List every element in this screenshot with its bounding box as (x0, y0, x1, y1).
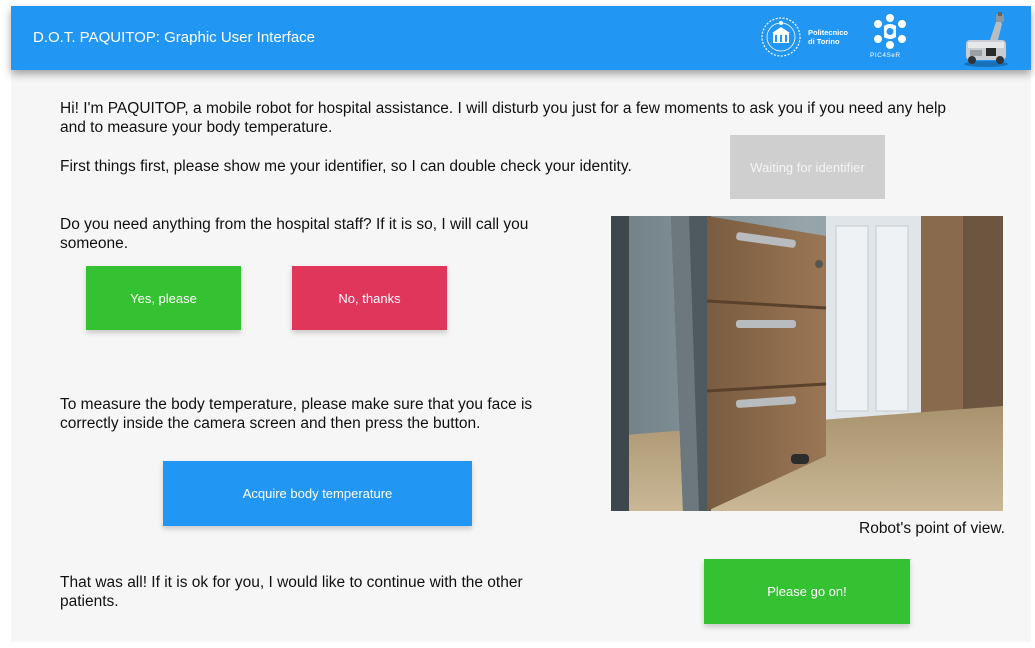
politecnico-logo: Politecnico di Torino (760, 14, 868, 60)
politecnico-seal-icon (761, 17, 801, 57)
please-go-on-button[interactable]: Please go on! (704, 559, 910, 624)
camera-caption: Robot's point of view. (859, 520, 1005, 537)
app-title: D.O.T. PAQUITOP: Graphic User Interface (33, 29, 316, 46)
finish-prompt: That was all! If it is ok for you, I wou… (60, 574, 523, 610)
identifier-prompt: First things first, please show me your … (60, 158, 632, 175)
no-thanks-button[interactable]: No, thanks (292, 266, 447, 330)
app-window: D.O.T. PAQUITOP: Graphic User Interface … (11, 6, 1031, 642)
polito-name-line2: di Torino (808, 37, 840, 46)
waiting-identifier-button: Waiting for identifier (730, 135, 885, 199)
pic4ser-logo: PIC4SeR (868, 12, 912, 62)
app-header: D.O.T. PAQUITOP: Graphic User Interface … (11, 6, 1031, 70)
camera-feed-image (611, 216, 1003, 511)
polito-name-line1: Politecnico (808, 28, 849, 37)
acquire-temperature-button[interactable]: Acquire body temperature (163, 461, 472, 526)
paquitop-robot-icon (964, 12, 1008, 67)
yes-please-button[interactable]: Yes, please (86, 266, 241, 330)
staff-prompt: Do you need anything from the hospital s… (60, 216, 529, 252)
intro-text: Hi! I'm PAQUITOP, a mobile robot for hos… (60, 100, 947, 136)
pic4ser-label: PIC4SeR (870, 52, 901, 59)
camera-view (611, 216, 1003, 511)
pic4ser-icon (874, 14, 906, 49)
temperature-prompt: To measure the body temperature, please … (60, 396, 533, 432)
